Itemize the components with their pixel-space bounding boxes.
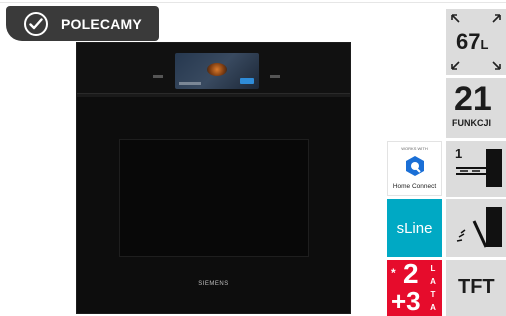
warranty-letter: A [430,277,436,286]
tft-label: TFT [458,276,495,298]
home-connect-top-text: WORKS WITH [401,146,428,151]
top-divider [0,2,506,3]
functions-tile: 21 FUNKCJI [446,78,506,138]
warranty-letter: A [430,303,436,312]
tft-display [175,53,259,89]
shelf-level-tile: 1 [446,141,506,197]
warranty-word: L A T A [429,262,437,314]
soft-close-door-tile [446,199,506,257]
door-opening-icon [456,207,502,248]
warranty-letter: L [430,264,436,273]
oven-brand-label: SIEMENS [198,281,229,287]
capacity-unit: L [480,37,489,52]
display-button [240,78,254,84]
home-connect-icon [406,156,424,176]
food-image [207,63,227,76]
warranty-letter: T [430,290,436,299]
warranty-extra-years: +3 [391,286,421,316]
oven-window [119,139,309,257]
door-top-edge [77,93,350,97]
telescopic-rail-icon [456,149,502,187]
warranty-star: * [391,266,396,280]
panel-mark-left [153,75,163,78]
panel-mark-right [270,75,280,78]
product-image-oven[interactable]: SIEMENS [76,42,351,314]
warranty-base-years: 2 [403,258,419,289]
capacity-tile: 67L [446,9,506,75]
home-connect-tile: WORKS WITH Home Connect [387,141,442,196]
recommended-badge: POLECAMY [6,6,159,41]
check-circle-icon [24,11,48,36]
display-text-line [179,82,201,85]
functions-label: FUNKCJI [452,118,492,128]
capacity-value: 67 [456,29,481,54]
sline-tile: sLine [387,199,442,257]
home-connect-name: Home Connect [392,183,437,190]
warranty-tile: * 2 +3 L A T A [387,260,442,316]
tft-tile: TFT [446,260,506,316]
badge-label: POLECAMY [61,15,142,32]
functions-value: 21 [454,80,492,118]
